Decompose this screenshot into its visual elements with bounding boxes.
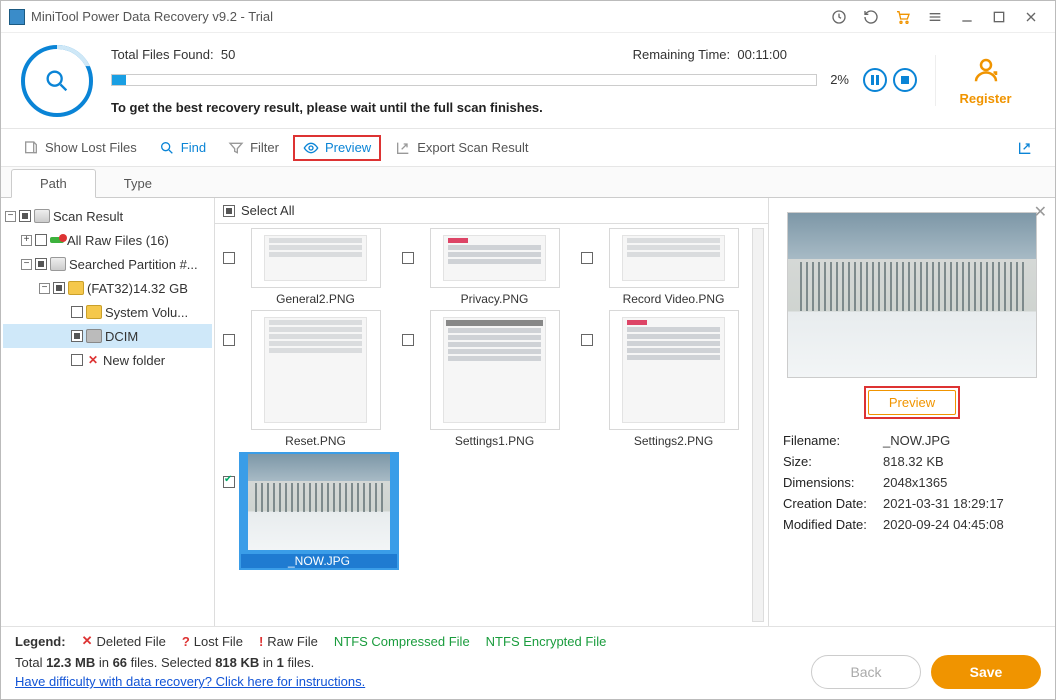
- scan-hint: To get the best recovery result, please …: [111, 100, 917, 115]
- tree-dcim[interactable]: +DCIM: [3, 324, 212, 348]
- thumb-reset[interactable]: Reset.PNG: [223, 310, 392, 448]
- file-metadata: Filename:_NOW.JPG Size:818.32 KB Dimensi…: [783, 433, 1041, 532]
- toolbar: Show Lost Files Find Filter Preview Expo…: [1, 129, 1055, 167]
- thumb-general2[interactable]: General2.PNG: [223, 228, 392, 306]
- preview-panel: ✕ Preview Filename:_NOW.JPG Size:818.32 …: [769, 198, 1055, 626]
- app-logo-icon: [9, 9, 25, 25]
- found-label: Total Files Found:: [111, 47, 214, 62]
- thumb-now-jpg[interactable]: ✕_NOW.JPG: [223, 452, 399, 570]
- preview-action-button[interactable]: Preview: [868, 390, 956, 415]
- preview-action-highlight: Preview: [864, 386, 960, 419]
- pause-button[interactable]: [863, 68, 887, 92]
- footer: Legend: ✕ Deleted File ? Lost File ! Raw…: [1, 626, 1055, 699]
- scan-progress-icon: [21, 45, 93, 117]
- tree-system-volume[interactable]: +System Volu...: [3, 300, 212, 324]
- thumb-record-video[interactable]: Record Video.PNG: [581, 228, 750, 306]
- preview-image: [787, 212, 1037, 378]
- tree-searched-partition[interactable]: −Searched Partition #...: [3, 252, 212, 276]
- remaining-label: Remaining Time:: [633, 47, 731, 62]
- meta-modified: 2020-09-24 04:45:08: [883, 517, 1004, 532]
- meta-created: 2021-03-31 18:29:17: [883, 496, 1004, 511]
- legend-label: Legend:: [15, 634, 66, 649]
- filter-label: Filter: [250, 140, 279, 155]
- main-area: −Scan Result +All Raw Files (16) −Search…: [1, 197, 1055, 626]
- select-all-label: Select All: [241, 203, 294, 218]
- tree-all-raw[interactable]: +All Raw Files (16): [3, 228, 212, 252]
- app-window: MiniTool Power Data Recovery v9.2 - Tria…: [0, 0, 1056, 700]
- view-tabs: Path Type: [1, 167, 1055, 197]
- stop-button[interactable]: [893, 68, 917, 92]
- legend: Legend: ✕ Deleted File ? Lost File ! Raw…: [15, 633, 1041, 649]
- export-button[interactable]: Export Scan Result: [387, 136, 536, 160]
- show-lost-files-button[interactable]: Show Lost Files: [15, 136, 145, 160]
- thumb-privacy[interactable]: Privacy.PNG: [402, 228, 571, 306]
- refresh-icon[interactable]: [855, 3, 887, 31]
- thumb-settings1[interactable]: Settings1.PNG: [402, 310, 571, 448]
- preview-button[interactable]: Preview: [293, 135, 381, 161]
- register-label: Register: [959, 91, 1011, 106]
- title-bar: MiniTool Power Data Recovery v9.2 - Tria…: [1, 1, 1055, 33]
- cart-icon[interactable]: [887, 3, 919, 31]
- back-button[interactable]: Back: [811, 655, 921, 689]
- window-title: MiniTool Power Data Recovery v9.2 - Tria…: [31, 9, 273, 24]
- close-button[interactable]: [1015, 3, 1047, 31]
- progress-bar: [111, 74, 817, 86]
- folder-tree: −Scan Result +All Raw Files (16) −Search…: [1, 198, 215, 626]
- find-button[interactable]: Find: [151, 136, 214, 160]
- tree-fat32[interactable]: −(FAT32)14.32 GB: [3, 276, 212, 300]
- thumb-settings2[interactable]: Settings2.PNG: [581, 310, 750, 448]
- show-lost-label: Show Lost Files: [45, 140, 137, 155]
- progress-percent: 2%: [817, 72, 857, 87]
- share-icon[interactable]: [1009, 136, 1041, 160]
- tab-path[interactable]: Path: [11, 169, 96, 198]
- meta-filename: _NOW.JPG: [883, 433, 950, 448]
- register-button[interactable]: Register: [935, 55, 1035, 106]
- tab-type[interactable]: Type: [96, 170, 180, 197]
- preview-label: Preview: [325, 140, 371, 155]
- deleted-icon: ✕: [86, 353, 100, 367]
- scan-header: Total Files Found: 50 Remaining Time: 00…: [1, 33, 1055, 129]
- select-all-row[interactable]: Select All: [215, 198, 768, 224]
- menu-icon[interactable]: [919, 3, 951, 31]
- save-button[interactable]: Save: [931, 655, 1041, 689]
- tree-new-folder[interactable]: +✕New folder: [3, 348, 212, 372]
- history-icon[interactable]: [823, 3, 855, 31]
- selection-summary: Total 12.3 MB in 66 files. Selected 818 …: [15, 655, 801, 689]
- find-label: Find: [181, 140, 206, 155]
- raw-icon: [50, 237, 64, 243]
- export-label: Export Scan Result: [417, 140, 528, 155]
- minimize-button[interactable]: [951, 3, 983, 31]
- meta-size: 818.32 KB: [883, 454, 944, 469]
- found-value: 50: [221, 47, 235, 62]
- help-link[interactable]: Have difficulty with data recovery? Clic…: [15, 674, 365, 689]
- tree-scan-result[interactable]: −Scan Result: [3, 204, 212, 228]
- select-all-checkbox[interactable]: [223, 205, 235, 217]
- remaining-value: 00:11:00: [737, 47, 787, 62]
- meta-dimensions: 2048x1365: [883, 475, 947, 490]
- maximize-button[interactable]: [983, 3, 1015, 31]
- filter-button[interactable]: Filter: [220, 136, 287, 160]
- thumbnail-panel: Select All General2.PNG Privacy.PNG Reco…: [215, 198, 769, 626]
